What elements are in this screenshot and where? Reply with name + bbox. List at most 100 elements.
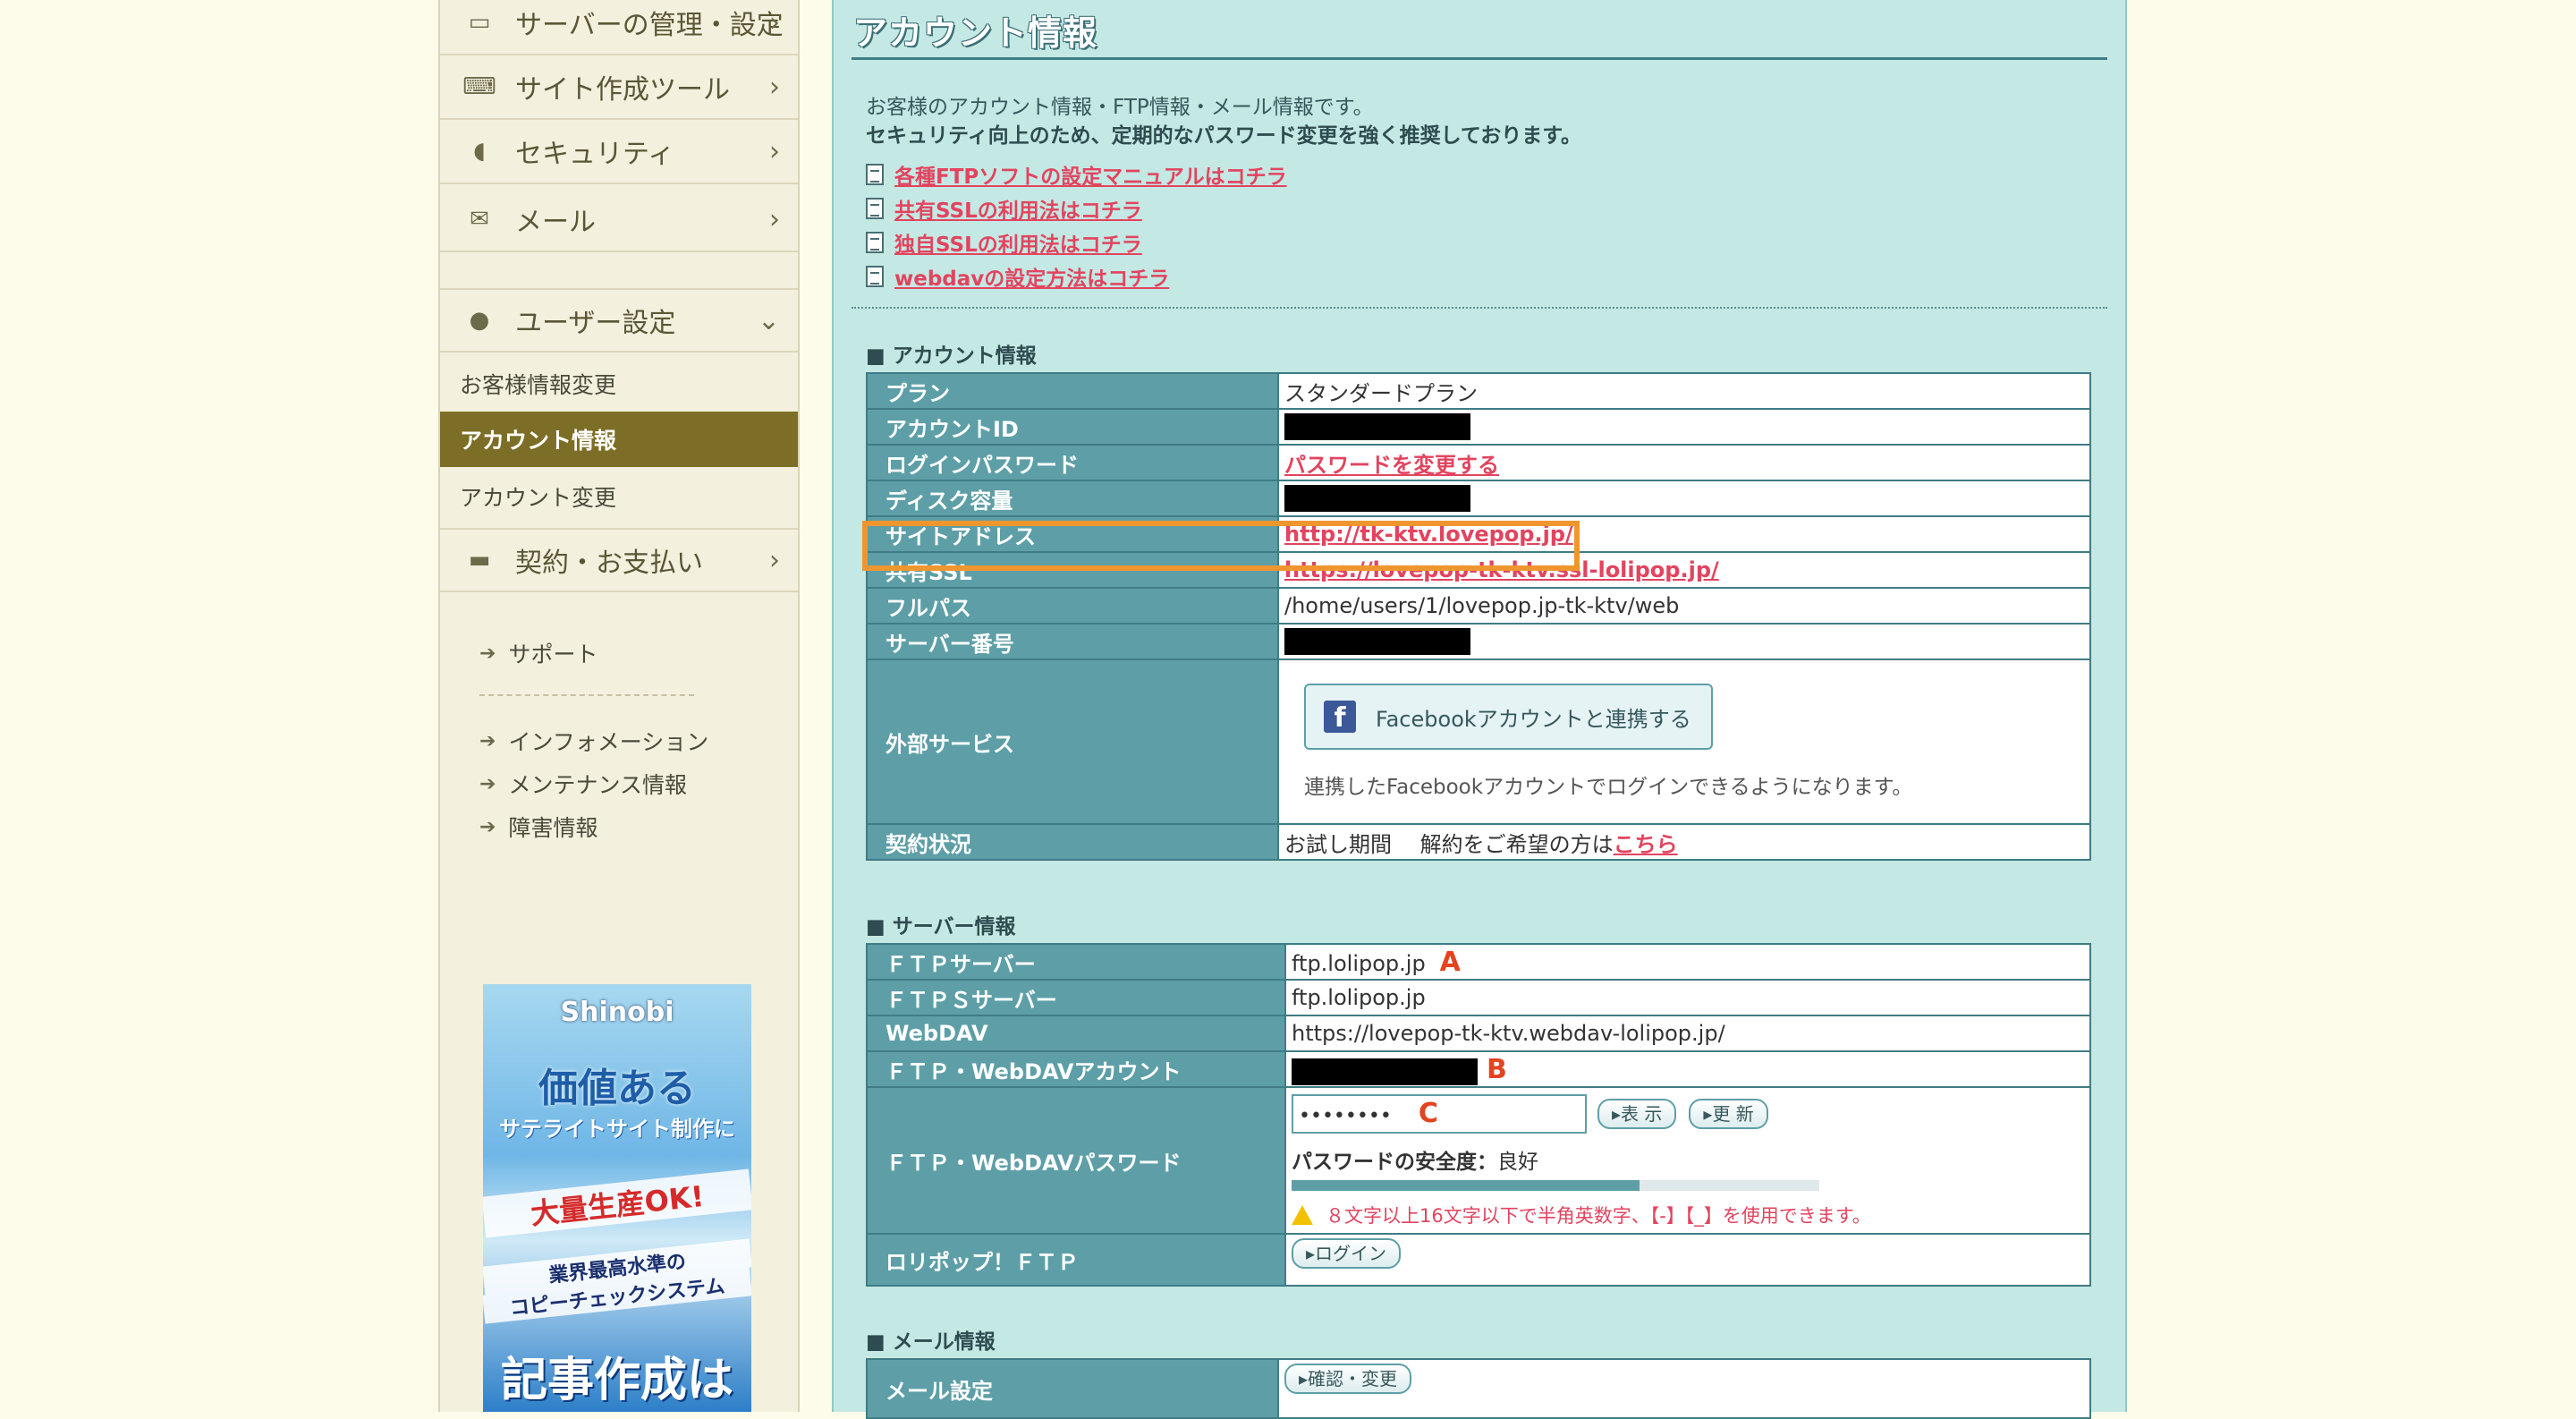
sidebar-item-account-info[interactable]: アカウント情報 — [440, 412, 798, 467]
update-password-button[interactable]: ▸更 新 — [1689, 1099, 1768, 1129]
link-text[interactable]: 独自SSLの利用法はコチラ — [894, 227, 1142, 258]
marker-b: B — [1487, 1053, 1507, 1085]
menu-billing[interactable]: ▬ 契約・お支払い › — [440, 528, 798, 592]
information-link[interactable]: ➔ インフォメーション — [479, 725, 708, 757]
show-label: 表 示 — [1621, 1103, 1663, 1125]
update-label: 更 新 — [1712, 1103, 1754, 1125]
login-password-key: ログインパスワード — [866, 444, 1279, 481]
divider — [479, 694, 694, 696]
table-row: 契約状況 お試し期間 解約をご希望の方はこちら — [866, 823, 2091, 861]
chevron-right-icon: › — [769, 544, 780, 576]
link-text[interactable]: 共有SSLの利用法はコチラ — [894, 193, 1142, 224]
outage-label: 障害情報 — [508, 815, 598, 841]
menu-label: メール — [515, 207, 596, 238]
menu-site-tools[interactable]: ⌨ サイト作成ツール › — [440, 55, 798, 120]
webdav-link[interactable]: webdavの設定方法はコチラ — [866, 261, 1169, 292]
shared-ssl-url-link[interactable]: https://lovepop-tk-ktv.ssl-lolipop.jp/ — [1284, 557, 1719, 582]
table-row: ＦＴＰＳサーバー ftp.lolipop.jp — [866, 979, 2091, 1016]
mail-section-heading: ■ メール情報 — [866, 1330, 996, 1354]
account-section-heading: ■ アカウント情報 — [866, 344, 1037, 368]
webdav-key: WebDAV — [866, 1015, 1286, 1052]
ftps-server-value: ftp.lolipop.jp — [1284, 979, 2091, 1016]
marker-a: A — [1439, 946, 1461, 978]
shield-icon: ◖ — [473, 138, 486, 165]
menu-user-settings[interactable]: ● ユーザー設定 ⌄ — [440, 288, 798, 353]
ftp-login-button[interactable]: ▸ログイン — [1292, 1238, 1402, 1269]
cancel-text: 解約をご希望の方は — [1419, 831, 1614, 857]
facebook-note: 連携したFacebookアカウントでログインできるようになります。 — [1304, 776, 1913, 799]
shared-ssl-value: https://lovepop-tk-ktv.ssl-lolipop.jp/ — [1277, 551, 2091, 589]
information-label: インフォメーション — [508, 729, 709, 755]
cancel-link[interactable]: こちら — [1614, 832, 1678, 857]
facebook-connect-button[interactable]: f Facebookアカウントと連携する — [1304, 684, 1713, 750]
password-dots: •••••••• — [1299, 1105, 1392, 1127]
site-address-value: http://tk-ktv.lovepop.jp/ — [1277, 515, 2091, 553]
table-row: 共有SSL https://lovepop-tk-ktv.ssl-lolipop… — [866, 551, 2091, 589]
table-row: サーバー番号 — [866, 623, 2091, 660]
table-row: ロリポップ！ＦＴＰ ▸ログイン — [866, 1233, 2091, 1287]
sidebar-item-account-change[interactable]: アカウント変更 — [440, 469, 798, 524]
ftp-password-input[interactable]: •••••••• C — [1292, 1094, 1587, 1134]
chevron-right-icon: › — [769, 6, 780, 38]
menu-server-settings[interactable]: ▭ サーバーの管理・設定 › — [440, 0, 798, 55]
login-password-value: パスワードを変更する — [1277, 444, 2091, 481]
sidebar-item-customer-info[interactable]: お客様情報変更 — [440, 356, 798, 412]
account-id-key: アカウントID — [866, 408, 1279, 446]
menu-mail[interactable]: ✉ メール › — [440, 188, 798, 252]
menu-label: サイト作成ツール — [515, 74, 730, 106]
ftp-account-value: B — [1284, 1050, 2091, 1088]
mail-confirm-button[interactable]: ▸確認・変更 — [1284, 1364, 1412, 1394]
facebook-icon: f — [1324, 701, 1356, 734]
menu-label: サーバーの管理・設定 — [515, 10, 784, 41]
disk-key: ディスク容量 — [866, 480, 1279, 517]
table-row: メール設定 ▸確認・変更 — [866, 1358, 2091, 1419]
contract-key: 契約状況 — [866, 823, 1279, 861]
change-password-link[interactable]: パスワードを変更する — [1284, 453, 1499, 478]
arrow-right-icon: ➔ — [479, 729, 496, 752]
chevron-right-icon: › — [769, 203, 780, 235]
shinobi-ad-banner[interactable]: Shinobi 価値ある サテライトサイト制作に 大量生産OK! 業界最高水準の… — [483, 984, 751, 1412]
external-service-key: 外部サービス — [866, 659, 1279, 825]
redacted-box — [1284, 485, 1470, 512]
link-text[interactable]: 各種FTPソフトの設定マニュアルはコチラ — [894, 159, 1287, 190]
password-strength-fill — [1292, 1180, 1640, 1191]
custom-ssl-link[interactable]: 独自SSLの利用法はコチラ — [866, 227, 1142, 258]
arrow-right-icon: ➔ — [479, 642, 496, 665]
facebook-connect-label: Facebookアカウントと連携する — [1376, 706, 1691, 732]
mail-confirm-label: 確認・変更 — [1308, 1368, 1398, 1389]
credit-card-icon: ▬ — [468, 547, 491, 574]
table-row: サイトアドレス http://tk-ktv.lovepop.jp/ — [866, 515, 2091, 553]
redacted-box — [1284, 413, 1470, 440]
support-link[interactable]: ➔ サポート — [479, 637, 597, 669]
redacted-box — [1292, 1058, 1478, 1085]
ftp-manual-link[interactable]: 各種FTPソフトの設定マニュアルはコチラ — [866, 159, 1287, 190]
table-row: アカウントID — [866, 408, 2091, 446]
banner-line2: サテライトサイト制作に — [499, 1117, 735, 1142]
document-icon — [866, 198, 884, 219]
chevron-right-icon: › — [769, 135, 780, 167]
maintenance-link[interactable]: ➔ メンテナンス情報 — [479, 768, 687, 800]
page-title: アカウント情報 — [853, 13, 1098, 53]
outage-link[interactable]: ➔ 障害情報 — [479, 811, 597, 843]
password-strength-bar — [1292, 1180, 1819, 1191]
link-text[interactable]: webdavの設定方法はコチラ — [894, 261, 1169, 292]
arrow-right-icon: ➔ — [479, 772, 496, 795]
dotted-divider — [852, 307, 2107, 309]
lolipop-ftp-key: ロリポップ！ＦＴＰ — [866, 1233, 1286, 1287]
main-content: アカウント情報 お客様のアカウント情報・FTP情報・メール情報です。 セキュリテ… — [832, 0, 2127, 1419]
document-icon — [866, 164, 884, 185]
ftp-account-key: ＦＴＰ・WebDAVアカウント — [866, 1050, 1286, 1088]
show-password-button[interactable]: ▸表 示 — [1597, 1099, 1677, 1129]
chevron-right-icon: › — [769, 71, 780, 103]
shared-ssl-key: 共有SSL — [866, 551, 1279, 589]
menu-security[interactable]: ◖ セキュリティ › — [440, 120, 798, 184]
menu-label: ユーザー設定 — [515, 308, 676, 339]
ftps-server-key: ＦＴＰＳサーバー — [866, 979, 1286, 1016]
table-row: ログインパスワード パスワードを変更する — [866, 444, 2091, 481]
lolipop-ftp-value: ▸ログイン — [1284, 1233, 2091, 1287]
site-address-link[interactable]: http://tk-ktv.lovepop.jp/ — [1284, 522, 1573, 547]
maintenance-label: メンテナンス情報 — [508, 772, 687, 798]
arrow-right-icon: ➔ — [479, 815, 496, 838]
shared-ssl-link[interactable]: 共有SSLの利用法はコチラ — [866, 193, 1142, 224]
disk-value — [1277, 480, 2091, 517]
